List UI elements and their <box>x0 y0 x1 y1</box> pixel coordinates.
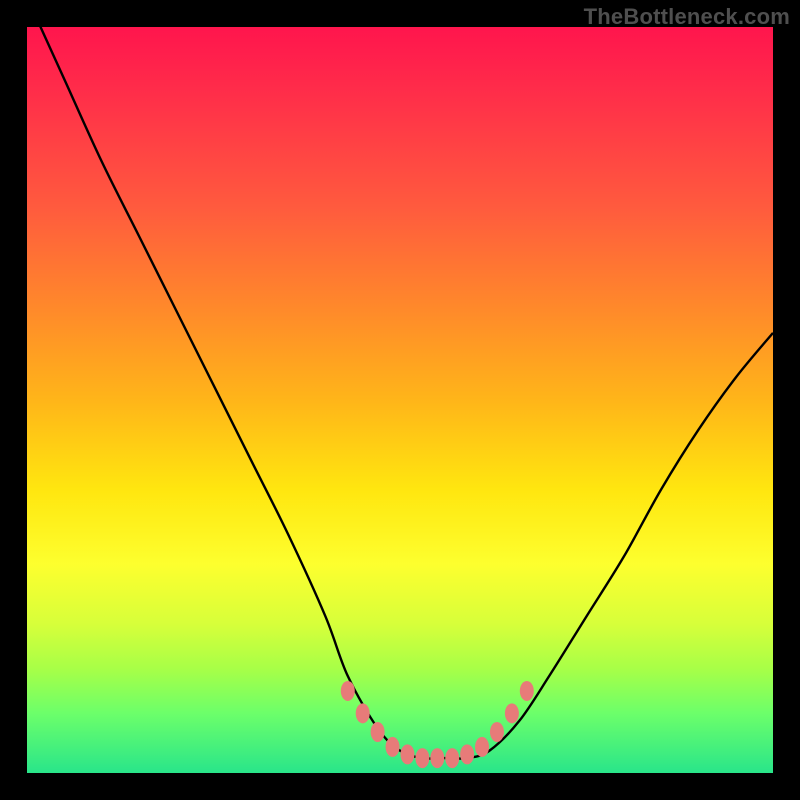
trough-marker <box>356 703 370 723</box>
trough-marker <box>400 744 414 764</box>
trough-marker <box>490 722 504 742</box>
watermark-text: TheBottleneck.com <box>584 4 790 30</box>
trough-marker <box>371 722 385 742</box>
trough-marker <box>386 737 400 757</box>
trough-markers <box>341 681 534 768</box>
trough-marker <box>505 703 519 723</box>
trough-marker <box>520 681 534 701</box>
trough-marker <box>415 748 429 768</box>
chart-svg <box>27 27 773 773</box>
trough-marker <box>445 748 459 768</box>
chart-frame: TheBottleneck.com <box>0 0 800 800</box>
bottleneck-curve <box>27 0 773 759</box>
trough-marker <box>475 737 489 757</box>
trough-marker <box>460 744 474 764</box>
trough-marker <box>341 681 355 701</box>
trough-marker <box>430 748 444 768</box>
